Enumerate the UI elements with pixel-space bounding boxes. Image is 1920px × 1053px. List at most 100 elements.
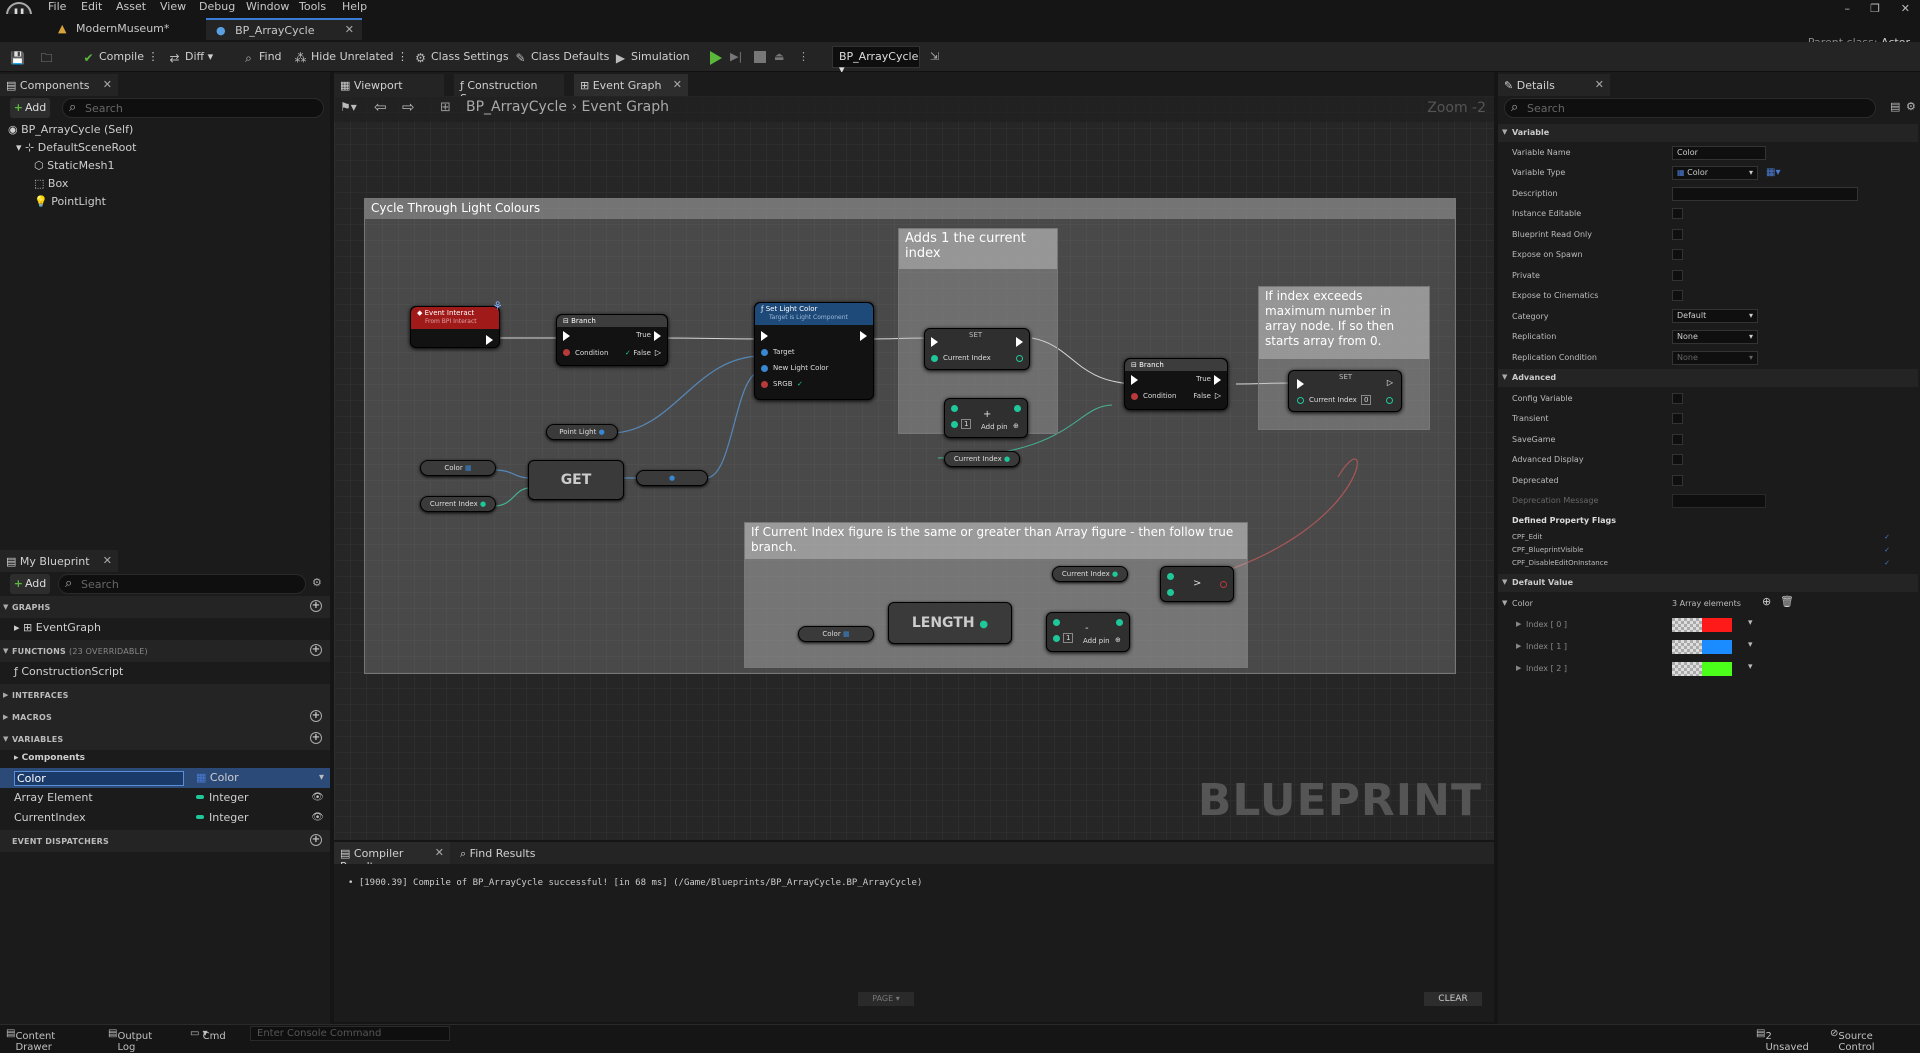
debug-browse-icon[interactable]: ⇲ (930, 48, 939, 66)
config-variable-checkbox[interactable] (1672, 393, 1683, 404)
tab-viewport[interactable]: ▦ Viewport (334, 74, 444, 96)
description-input[interactable] (1672, 187, 1858, 201)
node-branch-2[interactable]: ⊟ Branch True Condition False ▷ (1124, 358, 1228, 410)
section-graphs[interactable]: ▼ GRAPHS + (0, 596, 330, 618)
class-defaults-button[interactable]: ✎ Class Defaults (514, 48, 609, 66)
step-icon[interactable]: ▶| (730, 48, 742, 66)
node-greater-equal[interactable]: > (1160, 566, 1234, 602)
my-blueprint-search-input[interactable]: Search (58, 574, 306, 594)
close-icon[interactable]: ✕ (1595, 78, 1604, 91)
add-component-button[interactable]: Add (10, 98, 50, 118)
instance-editable-checkbox[interactable] (1672, 208, 1683, 219)
menu-file[interactable]: File (48, 0, 66, 13)
expose-on-spawn-checkbox[interactable] (1672, 249, 1683, 260)
menu-window[interactable]: Window (246, 0, 289, 13)
private-checkbox[interactable] (1672, 270, 1683, 281)
find-button[interactable]: ⌕ Find (242, 48, 281, 66)
page-select[interactable]: PAGE ▾ (858, 992, 914, 1006)
clear-button[interactable]: CLEAR (1424, 992, 1482, 1006)
node-point-light[interactable]: Point Light ● (546, 424, 618, 440)
chevron-down-icon[interactable]: ▾ (1748, 618, 1753, 628)
add-macro-icon[interactable]: + (310, 710, 322, 722)
debug-object-select[interactable]: BP_ArrayCycle ▾ (832, 46, 920, 76)
node-get-color-2[interactable]: Color ▦ (798, 626, 874, 642)
unsaved-button[interactable]: ▤ 2 Unsaved (1756, 1028, 1809, 1053)
add-element-icon[interactable]: ⊕ (1762, 595, 1771, 608)
replication-select[interactable]: None ▾ (1672, 330, 1758, 344)
stop-icon[interactable] (754, 51, 766, 63)
container-type-select[interactable]: ▦▾ (1766, 167, 1780, 178)
section-interfaces[interactable]: ▶ INTERFACES (0, 684, 330, 706)
section-macros[interactable]: ▶ MACROS + (0, 706, 330, 728)
close-icon[interactable]: ✕ (103, 554, 112, 567)
simulation-button[interactable]: ▶ Simulation (614, 48, 690, 66)
advanced-display-checkbox[interactable] (1672, 454, 1683, 465)
compile-button[interactable]: ✔ Compile ⋮ (82, 48, 158, 66)
color-swatch-index-2[interactable] (1702, 662, 1732, 676)
eject-icon[interactable]: ⏏ (774, 48, 784, 66)
category-select[interactable]: Default ▾ (1672, 309, 1758, 323)
variable-item-color[interactable]: Color ▦ Color ▾ (0, 768, 330, 788)
tab-event-graph[interactable]: ⊞ Event Graph ✕ (574, 74, 688, 96)
class-settings-button[interactable]: ⚙ Class Settings (414, 48, 508, 66)
node-add[interactable]: + 1 Add pin ⊕ (944, 398, 1028, 438)
chevron-down-icon[interactable]: ▾ (319, 772, 324, 783)
section-advanced[interactable]: ▼ Advanced (1498, 369, 1918, 387)
tree-item-self[interactable]: ◉ BP_ArrayCycle (Self) (8, 123, 133, 136)
tree-item-staticmesh1[interactable]: ⬡ StaticMesh1 (34, 159, 115, 172)
eye-icon[interactable]: 👁 (311, 812, 324, 823)
menu-help[interactable]: Help (342, 0, 367, 13)
menu-tools[interactable]: Tools (299, 0, 326, 13)
content-drawer-button[interactable]: ▤ Content Drawer (6, 1028, 55, 1053)
node-reroute-color[interactable]: ● (636, 470, 708, 486)
source-control-button[interactable]: ⊘ Source Control (1830, 1028, 1875, 1053)
node-event-interact[interactable]: ◆ Event Interact From BPI Interact ⚘ (410, 299, 503, 348)
menu-asset[interactable]: Asset (116, 0, 146, 13)
variable-type-select[interactable]: ▦ Color ▾ (1672, 166, 1758, 180)
exec-out-pin[interactable] (486, 335, 493, 345)
my-blueprint-tab[interactable]: ▤ My Blueprint ✕ (0, 550, 118, 572)
diff-button[interactable]: ⇄ Diff ▾ (168, 48, 213, 66)
node-subtract[interactable]: - 1 Add pin ⊕ (1046, 612, 1130, 652)
menu-view[interactable]: View (160, 0, 186, 13)
node-get-current-index-3[interactable]: Current Index ● (1052, 566, 1128, 582)
variable-item-currentindex[interactable]: CurrentIndex Integer 👁 (0, 808, 330, 828)
menu-debug[interactable]: Debug (199, 0, 235, 13)
section-variables[interactable]: ▼ VARIABLES + (0, 728, 330, 750)
menu-edit[interactable]: Edit (81, 0, 102, 13)
console-command-input[interactable]: Enter Console Command (250, 1026, 450, 1041)
close-icon[interactable]: ✕ (103, 78, 112, 91)
node-set-index-zero[interactable]: SET ▷ Current Index 0 (1288, 370, 1402, 412)
settings-gear-icon[interactable]: ⚙ (1906, 100, 1916, 113)
function-item-constructionscript[interactable]: ƒ ConstructionScript (0, 662, 330, 682)
blueprint-read-only-checkbox[interactable] (1672, 229, 1683, 240)
trash-icon[interactable]: 🗑 (1780, 595, 1794, 608)
savegame-checkbox[interactable] (1672, 434, 1683, 445)
settings-gear-icon[interactable]: ⚙ (312, 574, 322, 592)
add-function-icon[interactable]: + (310, 644, 322, 656)
add-variable-icon[interactable]: + (310, 732, 322, 744)
chevron-down-icon[interactable]: ▾ (1748, 640, 1753, 650)
play-options-icon[interactable]: ⋮ (798, 48, 809, 66)
section-variable[interactable]: ▼ Variable (1498, 124, 1918, 142)
table-view-icon[interactable]: ▤ (1890, 100, 1900, 113)
cmd-select[interactable]: ▭ Cmd ▾ (190, 1028, 226, 1042)
tab-find-results[interactable]: ⌕ Find Results (454, 842, 554, 864)
variable-category-components[interactable]: ▸ Components (0, 750, 330, 770)
doc-tab-bp-arraycycle[interactable]: ● BP_ArrayCycle ✕ (206, 18, 362, 40)
add-member-button[interactable]: Add (10, 574, 50, 594)
section-event-dispatchers[interactable]: EVENT DISPATCHERS + (0, 830, 330, 852)
section-functions[interactable]: ▼ FUNCTIONS (23 OVERRIDABLE) + (0, 640, 330, 662)
variable-item-array-element[interactable]: Array Element Integer 👁 (0, 788, 330, 808)
transient-checkbox[interactable] (1672, 413, 1683, 424)
hide-unrelated-button[interactable]: ⁂ Hide Unrelated ⋮ (294, 48, 409, 66)
replication-condition-select[interactable]: None ▾ (1672, 351, 1758, 365)
components-tab[interactable]: ▤ Components ✕ (0, 74, 118, 96)
tab-compiler-results[interactable]: ▤ Compiler Results✕ (334, 842, 450, 873)
eye-icon[interactable]: 👁 (311, 792, 324, 803)
expose-to-cinematics-checkbox[interactable] (1672, 290, 1683, 301)
close-icon[interactable]: ✕ (435, 846, 444, 859)
tree-item-pointlight[interactable]: 💡 PointLight (34, 195, 106, 208)
node-array-length[interactable]: LENGTH ● (888, 602, 1012, 644)
add-graph-icon[interactable]: + (310, 600, 322, 612)
